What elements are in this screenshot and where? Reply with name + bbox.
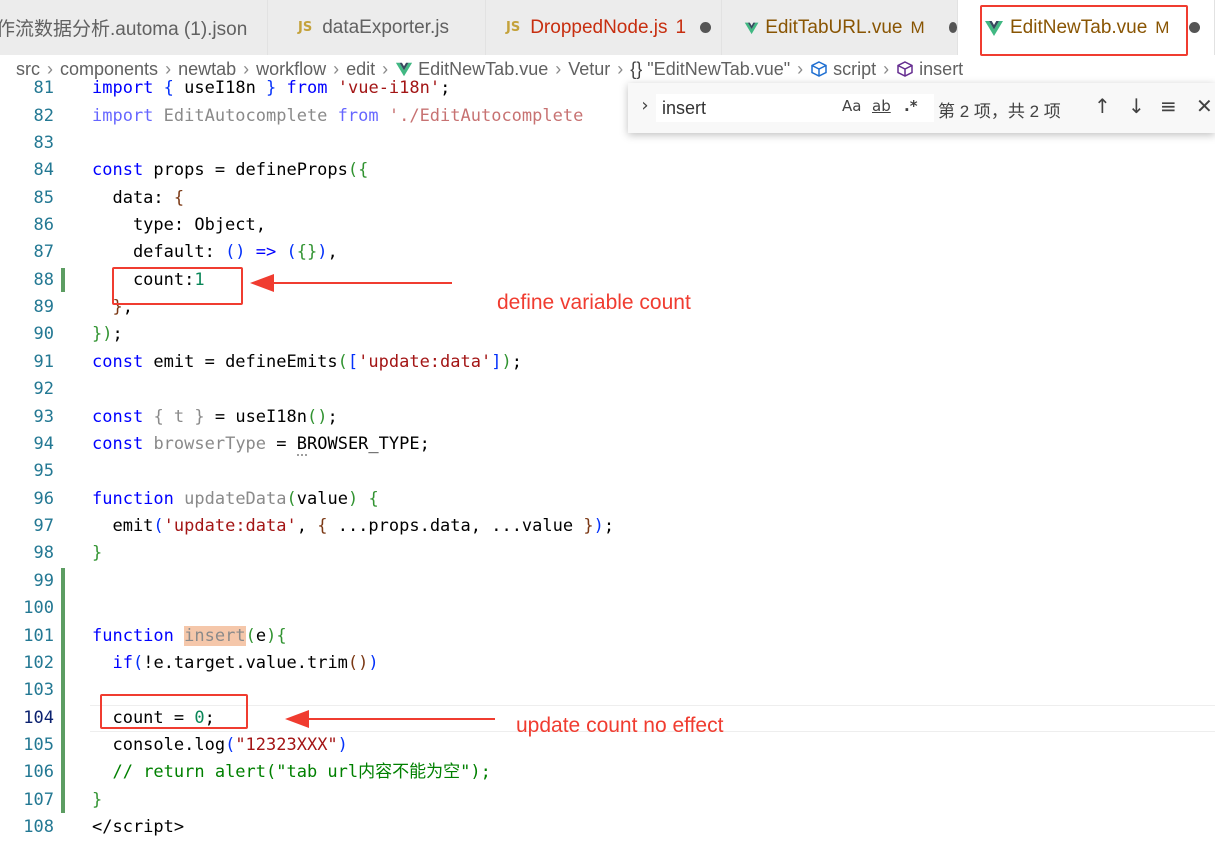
tab-label: 作流数据分析.automa (1).json (0, 19, 248, 40)
line-number: 82 (33, 106, 54, 126)
code-line[interactable]: }); (92, 321, 123, 348)
arrow-down-icon[interactable]: ↓ (1128, 94, 1145, 118)
line-number: 103 (23, 680, 54, 700)
regex-button[interactable]: .* (904, 97, 918, 115)
chevron-right-icon: › (883, 58, 890, 79)
problem-count-badge: 1 (675, 16, 687, 38)
tab-edittaburl-vue[interactable]: EditTabURL.vue M (722, 0, 958, 55)
code-line[interactable]: import EditAutocomplete from './EditAuto… (92, 103, 583, 130)
code-line[interactable]: const emit = defineEmits(['update:data']… (92, 349, 522, 376)
vue-logo-icon (744, 22, 759, 34)
code-line[interactable]: function insert(e){ (92, 623, 287, 650)
code-line[interactable]: if(!e.target.value.trim()) (92, 650, 378, 677)
line-number: 95 (33, 461, 54, 481)
code-line[interactable]: type: Object, (92, 212, 266, 239)
line-number: 100 (23, 598, 54, 618)
line-number: 90 (33, 324, 54, 344)
code-line[interactable]: default: () => ({}), (92, 239, 338, 266)
code-line[interactable]: const browserType = BROWSER_TYPE; (92, 431, 430, 458)
match-case-button[interactable]: Aa (842, 97, 861, 115)
unsaved-dot-icon[interactable] (1189, 22, 1201, 33)
javascript-icon: JS (298, 20, 313, 35)
line-number: 84 (33, 160, 54, 180)
git-change-bar (61, 268, 65, 292)
annotation-update-text: update count no effect (516, 714, 724, 737)
line-number: 101 (23, 626, 54, 646)
line-number-current: 104 (23, 708, 54, 728)
close-icon[interactable]: ✕ (1196, 94, 1213, 118)
chevron-right-icon: › (555, 58, 562, 79)
line-number: 102 (23, 653, 54, 673)
javascript-icon: JS (506, 20, 521, 35)
line-number: 83 (33, 133, 54, 153)
code-line[interactable]: } (92, 787, 102, 814)
tab-label: DroppedNode.js (530, 16, 668, 38)
code-line[interactable]: } (92, 540, 102, 567)
line-number: 108 (23, 817, 54, 837)
find-in-selection-icon[interactable]: ≡ (1160, 94, 1177, 118)
line-number: 94 (33, 434, 54, 454)
find-result-count: 第 2 项，共 2 项 (938, 102, 1061, 121)
line-number: 106 (23, 762, 54, 782)
code-line[interactable]: console.log("12323XXX") (92, 732, 347, 759)
toggle-replace-chevron-icon[interactable]: › (632, 95, 658, 116)
code-line[interactable]: const props = defineProps({ (92, 157, 368, 184)
breadcrumb-item[interactable]: Vetur (568, 59, 610, 80)
breadcrumb-item[interactable]: insert (919, 59, 963, 80)
find-widget: › Aa ab .* 第 2 项，共 2 项 ↑ ↓ ≡ ✕ (628, 83, 1215, 133)
code-line[interactable]: emit('update:data', { ...props.data, ...… (92, 513, 614, 540)
code-line[interactable]: function updateData(value) { (92, 486, 379, 513)
line-number: 86 (33, 215, 54, 235)
modified-badge: M (910, 17, 925, 37)
cube-outline-icon (810, 60, 828, 78)
whole-word-button[interactable]: ab (872, 97, 891, 115)
line-number: 93 (33, 407, 54, 427)
code-line[interactable]: // return alert("tab url内容不能为空"); (92, 759, 490, 786)
line-number: 97 (33, 516, 54, 536)
method-cube-icon (896, 60, 914, 78)
breadcrumb-item[interactable]: "EditNewTab.vue" (647, 59, 790, 80)
line-number: 107 (23, 790, 54, 810)
annotation-box-count-update (100, 694, 248, 729)
find-input[interactable] (656, 94, 934, 122)
line-number: 87 (33, 242, 54, 262)
tab-dataexporter-js[interactable]: JS dataExporter.js (268, 0, 486, 55)
tab-automa-json[interactable]: 作流数据分析.automa (1).json (0, 0, 268, 55)
line-number: 92 (33, 379, 54, 399)
tab-label: EditTabURL.vue (765, 16, 903, 38)
chevron-right-icon: › (617, 58, 624, 79)
line-number: 105 (23, 735, 54, 755)
line-number: 96 (33, 489, 54, 509)
code-line[interactable]: data: { (92, 185, 184, 212)
braces-icon: {} (630, 58, 643, 79)
annotation-box-active-tab (980, 5, 1188, 56)
chevron-right-icon: › (797, 58, 804, 79)
line-number: 91 (33, 352, 54, 372)
line-number: 81 (33, 78, 54, 98)
line-number: 89 (33, 297, 54, 317)
code-line[interactable]: const { t } = useI18n(); (92, 404, 338, 431)
line-number: 85 (33, 188, 54, 208)
line-number: 88 (33, 270, 54, 290)
line-number: 98 (33, 543, 54, 563)
line-number: 99 (33, 571, 54, 591)
unsaved-dot-icon[interactable] (700, 22, 712, 33)
git-change-bar (61, 568, 65, 813)
breadcrumb-item[interactable]: script (833, 59, 876, 80)
unsaved-dot-icon[interactable] (948, 22, 957, 33)
arrow-up-icon[interactable]: ↑ (1094, 94, 1111, 118)
annotation-box-count-define (112, 267, 243, 305)
tab-droppednode-js[interactable]: JS DroppedNode.js 1 (486, 0, 722, 55)
annotation-define-text: define variable count (497, 291, 691, 314)
code-line[interactable]: </script> (92, 814, 184, 841)
code-line[interactable]: import { useI18n } from 'vue-i18n'; (92, 75, 450, 102)
tab-label: dataExporter.js (322, 16, 449, 38)
